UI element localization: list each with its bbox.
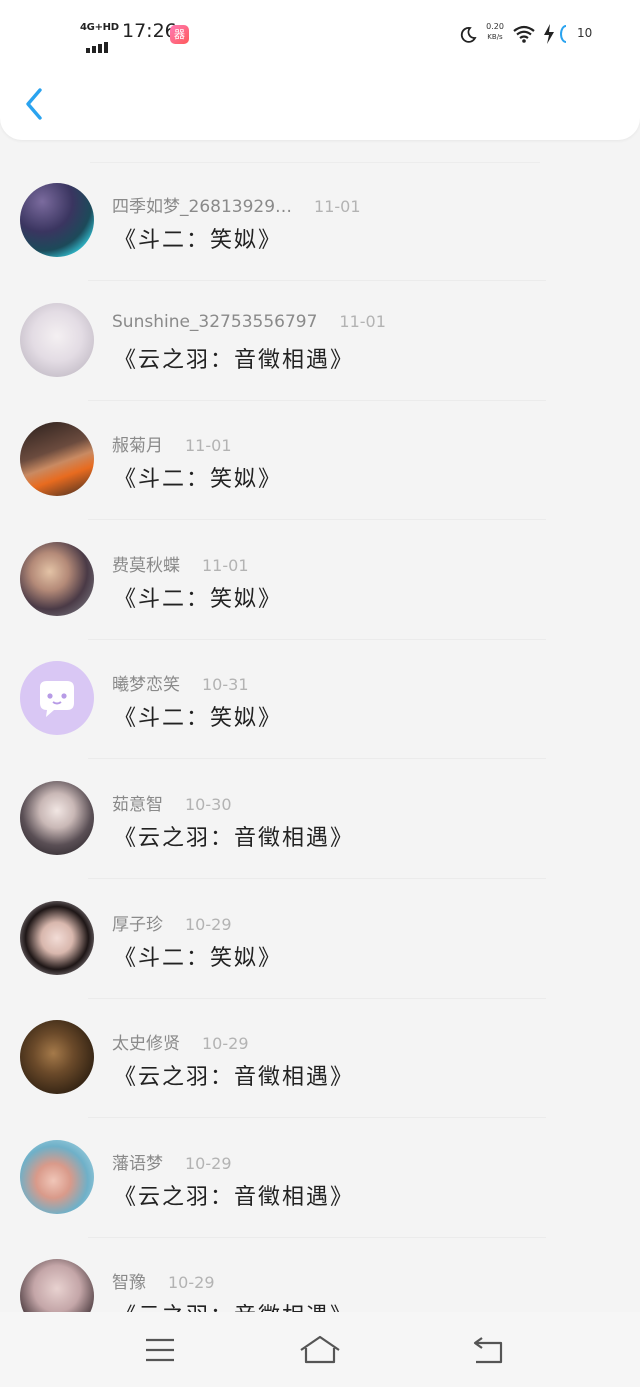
home-icon	[300, 1335, 340, 1364]
battery-level: 10	[577, 26, 593, 40]
user-name: 费莫秋蝶	[112, 555, 180, 576]
name-line: 费莫秋蝶 11-01	[112, 551, 249, 576]
book-title[interactable]: 《云之羽：音徵相遇》	[114, 342, 354, 374]
avatar[interactable]	[20, 1139, 94, 1214]
date: 10-30	[185, 795, 232, 814]
avatar[interactable]	[20, 1259, 94, 1312]
net-speed: 0.20 KB/s	[484, 22, 506, 42]
name-line: 曦梦恋笑 10-31	[112, 670, 249, 695]
user-name: 曦梦恋笑	[112, 675, 180, 696]
avatar[interactable]	[20, 422, 94, 497]
date: 11-01	[185, 436, 232, 456]
system-nav-bar	[0, 1312, 640, 1387]
book-title[interactable]: 《云之羽：音徵相遇》	[114, 1059, 354, 1091]
list-item[interactable]: 厚子珍 10-29 《斗二：笑姒》	[0, 858, 640, 999]
net-speed-value: 0.20	[486, 22, 504, 31]
chat-bubble-icon	[40, 681, 74, 718]
list-item[interactable]: 四季如梦_26813929… 11-01 《斗二：笑姒》	[0, 140, 640, 281]
signal-icon	[86, 34, 110, 53]
avatar[interactable]	[20, 302, 94, 377]
avatar[interactable]	[20, 900, 94, 975]
book-title[interactable]: 《云之羽：音徵相遇》	[114, 1298, 354, 1312]
status-bar: 4G+HD 17:26 器 0.20 KB/s 10	[0, 18, 640, 53]
date: 10-29	[168, 1273, 215, 1293]
home-button[interactable]	[298, 1332, 342, 1368]
user-name: 藩语梦	[112, 1153, 163, 1174]
avatar[interactable]	[20, 183, 94, 257]
user-list[interactable]: 四季如梦_26813929… 11-01 《斗二：笑姒》 Sunshine_327…	[0, 140, 640, 1312]
name-line: 厚子珍 10-29	[112, 910, 232, 935]
wifi-icon	[513, 25, 535, 43]
list-item[interactable]: 太史修贤 10-29 《云之羽：音徵相遇》	[0, 977, 640, 1119]
clock: 17:26	[122, 20, 177, 42]
list-item[interactable]: 赧菊月 11-01 《斗二：笑姒》	[0, 379, 640, 521]
user-name: 厚子珍	[112, 914, 163, 935]
menu-icon	[146, 1338, 174, 1362]
back-button[interactable]	[22, 86, 48, 122]
avatar[interactable]	[20, 541, 94, 616]
list-item[interactable]: Sunshine_32753556797 11-01 《云之羽：音徵相遇》	[0, 260, 640, 401]
list-item[interactable]: 藩语梦 10-29 《云之羽：音徵相遇》	[0, 1097, 640, 1238]
back-nav-button[interactable]	[468, 1332, 508, 1368]
name-line: 四季如梦_26813929… 11-01	[112, 192, 361, 217]
avatar[interactable]	[20, 1020, 94, 1095]
name-line: 智豫 10-29	[112, 1268, 215, 1293]
book-title[interactable]: 《斗二：笑姒》	[114, 581, 282, 613]
list-item[interactable]: 费莫秋蝶 11-01 《斗二：笑姒》	[0, 499, 640, 640]
user-name: 太史修贤	[112, 1034, 180, 1055]
book-title[interactable]: 《斗二：笑姒》	[114, 940, 282, 972]
name-line: 藩语梦 10-29	[112, 1149, 232, 1174]
list-item[interactable]: 曦梦恋笑 10-31 《斗二：笑姒》	[0, 618, 640, 760]
user-name: 赧菊月	[112, 436, 163, 457]
date: 11-01	[314, 197, 361, 216]
network-label: 4G+HD	[80, 22, 119, 33]
list-item[interactable]: 茹意智 10-30 《云之羽：音徵相遇》	[0, 738, 640, 879]
user-name: Sunshine_32753556797	[112, 311, 318, 332]
date: 10-31	[202, 675, 249, 695]
top-header: 4G+HD 17:26 器 0.20 KB/s 10	[0, 0, 640, 140]
book-title[interactable]: 《云之羽：音徵相遇》	[114, 1179, 354, 1211]
avatar[interactable]	[20, 781, 94, 855]
menu-button[interactable]	[142, 1332, 182, 1368]
return-icon	[473, 1337, 503, 1364]
book-title[interactable]: 《斗二：笑姒》	[114, 222, 282, 254]
network-indicator: 4G+HD	[80, 22, 119, 53]
book-title[interactable]: 《云之羽：音徵相遇》	[114, 820, 354, 852]
date: 11-01	[339, 311, 386, 331]
battery-icon	[560, 25, 567, 43]
do-not-disturb-icon	[460, 27, 477, 43]
app-notification-icon: 器	[170, 25, 189, 44]
user-name: 四季如梦_26813929…	[112, 197, 293, 217]
default-avatar[interactable]	[20, 661, 94, 736]
date: 10-29	[202, 1034, 249, 1054]
book-title[interactable]: 《斗二：笑姒》	[114, 700, 282, 732]
name-line: 赧菊月 11-01	[112, 431, 232, 456]
charging-icon	[544, 24, 554, 44]
net-speed-unit: KB/s	[487, 33, 503, 41]
date: 11-01	[202, 555, 249, 575]
list-item[interactable]: 智豫 10-29 《云之羽：音徵相遇》	[0, 1216, 640, 1312]
user-name: 智豫	[112, 1273, 146, 1294]
book-title[interactable]: 《斗二：笑姒》	[114, 461, 282, 493]
chevron-left-icon	[26, 88, 42, 120]
date: 10-29	[185, 1153, 232, 1173]
name-line: 太史修贤 10-29	[112, 1029, 249, 1054]
name-line: Sunshine_32753556797 11-01	[112, 312, 386, 332]
user-name: 茹意智	[112, 795, 163, 815]
date: 10-29	[185, 914, 232, 934]
name-line: 茹意智 10-30	[112, 790, 232, 815]
